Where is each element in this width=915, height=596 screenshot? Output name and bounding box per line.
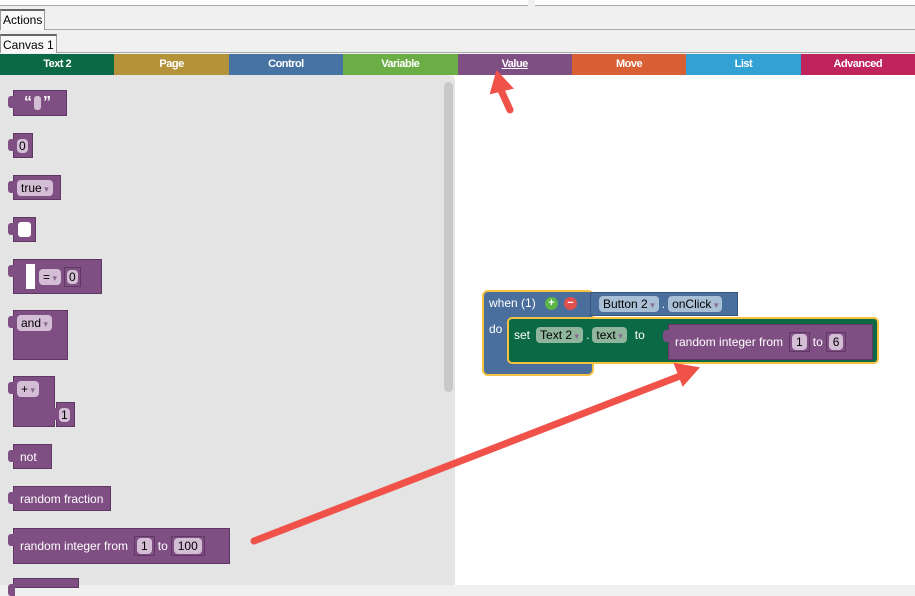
arrow-to-value-tab <box>489 70 514 114</box>
annotation-arrows <box>250 70 700 545</box>
arrow-to-workspace-block <box>250 362 700 545</box>
